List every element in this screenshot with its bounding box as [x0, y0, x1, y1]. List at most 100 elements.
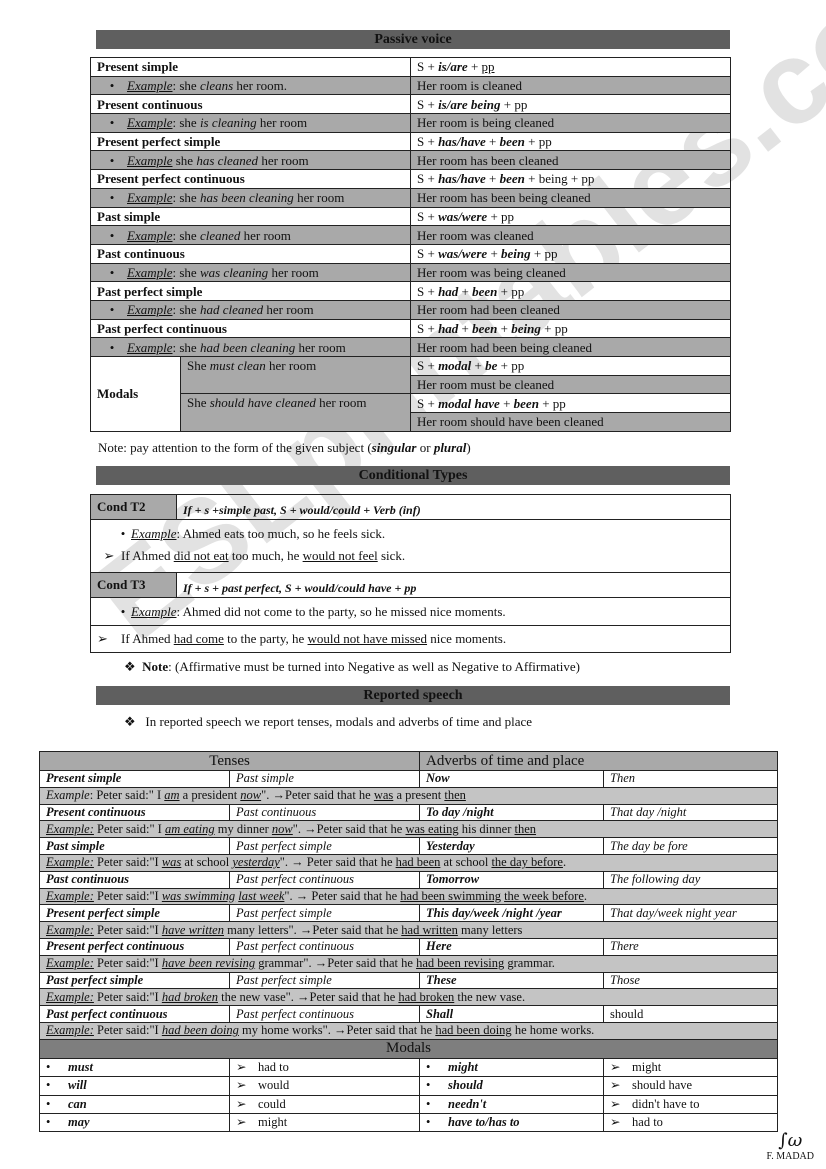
text-segment: or [416, 440, 434, 455]
reported-row: Past simple Past perfect simple Yesterday T… [39, 837, 779, 855]
direct-tense: Past perfect simple [39, 971, 230, 990]
reported-row: Past continuous Past perfect continuous To… [39, 870, 779, 889]
arrow-bullet-icon: ➢ [610, 1096, 621, 1111]
reported-tense: Past perfect continuous [228, 937, 421, 956]
modal-word: can [68, 1096, 87, 1111]
text-segment: had [438, 320, 459, 336]
text-segment: S + [417, 395, 439, 411]
reported-example: Example: Peter said:"I had broken the ne… [38, 988, 779, 1007]
text-segment: had broken [398, 989, 455, 1004]
reported-tense: Past continuous [228, 803, 421, 822]
bullet-icon: • [426, 1096, 431, 1111]
text-segment: am [164, 788, 180, 803]
text-segment: her room [315, 395, 367, 411]
text-segment: + [458, 320, 473, 336]
bullet-icon: • [109, 78, 115, 94]
tense-row: Past simple S + was/were + pp [90, 206, 731, 227]
text-segment: ". → Peter said that he [284, 888, 401, 903]
text-segment: She [187, 395, 210, 411]
example-line: • Example: Ahmed did not come to the part… [97, 599, 724, 621]
text-segment: grammar". →Peter said that he [255, 956, 417, 971]
reported-row: Present perfect simple Past perfect simpl… [39, 904, 779, 923]
bullet-icon: • [109, 339, 115, 355]
signature: ∫ω F. MADAD [766, 1130, 814, 1162]
text-segment: She [187, 358, 210, 373]
text-segment: : she [172, 190, 200, 206]
direct-tense: Present simple [39, 770, 230, 788]
modal-cell: • may [39, 1112, 230, 1133]
text-segment: If Ahmed [121, 631, 174, 646]
bullet-icon: • [120, 526, 126, 541]
example-row: • Example: she cleans her room. Her room i… [90, 75, 731, 96]
cond-example-row: • Example: Ahmed did not come to the part… [90, 597, 731, 626]
modal-cell: ➢ had to [228, 1057, 421, 1078]
text-segment: Example [127, 152, 173, 168]
active-example: • Example: she is cleaning her room [90, 113, 411, 133]
example-row: • Example she has cleaned her room Her roo… [90, 150, 731, 171]
modal-word: must [68, 1059, 94, 1074]
text-segment: the day before [491, 855, 563, 870]
modal-cell: ➢ would [228, 1076, 421, 1096]
text-segment: Peter said:"I [93, 1023, 162, 1038]
text-segment: her room [256, 115, 308, 131]
modal-cell: • can [39, 1094, 230, 1114]
text-segment: is cleaning [199, 115, 257, 131]
text-segment: Example: [46, 1023, 94, 1038]
tense-row: Present perfect simple S + has/have + bee… [90, 131, 731, 152]
text-segment: being [511, 320, 541, 336]
text-segment: her room. [233, 78, 287, 94]
modal-word: have to/has to [448, 1115, 520, 1130]
modal-cell: ➢ could [228, 1094, 421, 1114]
text-segment: her room [268, 264, 319, 280]
text-segment: sick. [377, 548, 406, 563]
reported-example-row: Example: Peter said:"I had broken the ne… [38, 988, 779, 1007]
modal-word: had to [632, 1115, 663, 1130]
text-segment: Example [131, 526, 177, 541]
text-segment: am eating [164, 821, 215, 836]
passive-example: Her room was being cleaned [410, 262, 731, 283]
bullet-icon: • [109, 264, 115, 280]
text-segment: the new vase". →Peter said that he [217, 989, 399, 1004]
text-segment: had come [173, 631, 224, 646]
modal-cell: ➢ had to [603, 1112, 779, 1133]
reported-example-row: Example: Peter said:"I had been doing my… [38, 1021, 779, 1040]
text-segment: was/were [438, 208, 488, 224]
text-segment: Peter said:" I [93, 821, 165, 836]
text-segment: + [471, 358, 486, 374]
active-example: • Example she has cleaned her room [90, 150, 411, 171]
text-segment: Note: pay attention to the form of the g… [98, 440, 372, 455]
modal-row: Modals She must clean her room S + modal +… [90, 355, 731, 432]
text-segment: Example [131, 604, 177, 619]
reported-row: Past perfect simple Past perfect simple Th… [39, 971, 779, 990]
text-segment: + [487, 246, 502, 262]
modal-word: could [258, 1096, 286, 1111]
reported-header-row: Tenses Adverbs of time and place [38, 751, 779, 771]
reported-adverb: There [603, 937, 779, 956]
reported-tense: Past perfect continuous [228, 1005, 421, 1023]
text-segment: S + [417, 208, 439, 224]
text-segment: ". → Peter said that he [279, 855, 396, 870]
direct-tense: Past continuous [39, 870, 230, 889]
modal-change-row: • can ➢ could • needn't ➢ didn't have to [39, 1094, 779, 1114]
text-segment: Example [127, 227, 173, 243]
tense-row: Past perfect continuous S + had + been + … [90, 318, 731, 339]
text-segment: have written [161, 922, 224, 937]
reported-adverb: Those [603, 971, 779, 990]
example-row: • Example: she cleaned her room Her room w… [90, 225, 731, 245]
modal-word: might [258, 1115, 288, 1130]
modal-cell: • needn't [419, 1094, 605, 1114]
text-segment: she [172, 152, 197, 168]
text-segment: ". →Peter said that he [261, 788, 374, 803]
text-segment: : she [172, 227, 200, 243]
example-line: • Example: Ahmed eats too much, so he fee… [97, 521, 724, 543]
reported-example-row: Example: Peter said:"I have written many… [38, 921, 779, 939]
conditional-note: ❖ Note: (Affirmative must be turned into… [124, 659, 580, 675]
text-segment: at school [440, 855, 492, 870]
text-segment: my home works". →Peter said that he [238, 1023, 436, 1038]
text-segment: S + [417, 59, 439, 75]
text-segment: + [485, 171, 500, 187]
modal-example: She must clean her room [180, 355, 411, 395]
direct-tense: Present continuous [39, 803, 230, 822]
text-segment: a present [393, 788, 445, 803]
text-segment: S + [417, 134, 439, 150]
